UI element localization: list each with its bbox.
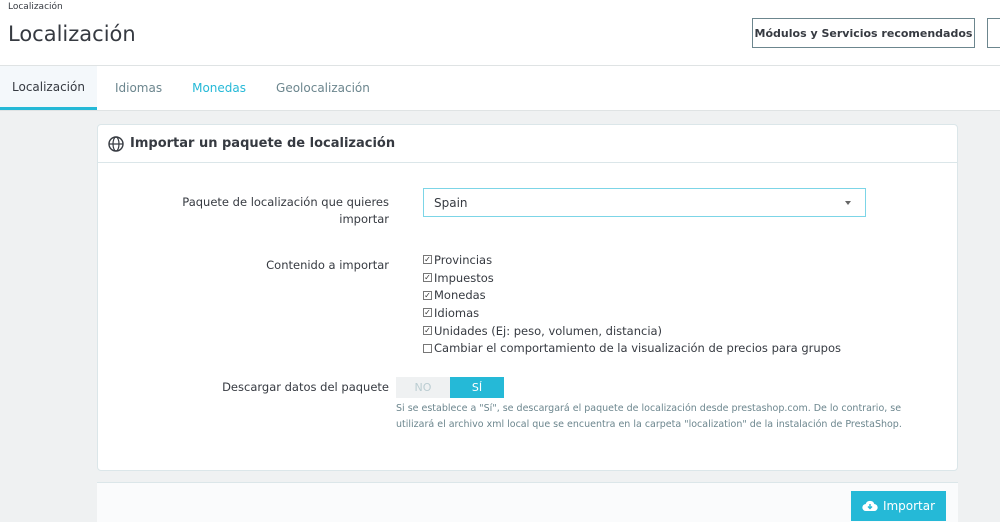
- panel-heading: Importar un paquete de localización: [98, 125, 957, 163]
- checkbox[interactable]: ✓: [423, 255, 432, 265]
- switch-yes[interactable]: SÍ: [450, 377, 504, 398]
- checkbox[interactable]: ✓: [423, 273, 432, 283]
- checkbox[interactable]: ✓: [423, 308, 432, 318]
- package-select-value: Spain: [434, 195, 468, 210]
- checkbox[interactable]: ✓: [423, 290, 432, 300]
- content-checkbox-item[interactable]: ✓ Monedas: [423, 286, 841, 304]
- content-checkbox-item[interactable]: ✓ Idiomas: [423, 304, 841, 322]
- download-help-text: Si se establece a "Sí", se descargará el…: [396, 403, 902, 430]
- tab-idiomas[interactable]: Idiomas: [103, 66, 174, 110]
- checkbox-label: Unidades (Ej: peso, volumen, distancia): [434, 323, 663, 338]
- content-checkbox-item[interactable]: ✓ Provincias: [423, 251, 841, 269]
- checkbox-label: Impuestos: [434, 270, 494, 285]
- page-title: Localización: [8, 22, 136, 46]
- tab-localizacion[interactable]: Localización: [0, 66, 97, 110]
- tab-bar: Localización Idiomas Monedas Geolocaliza…: [0, 66, 1000, 111]
- package-select[interactable]: Spain: [423, 188, 866, 217]
- globe-icon: [108, 135, 124, 152]
- panel-title: Importar un paquete de localización: [130, 136, 396, 151]
- panel-footer: Importar: [97, 482, 958, 522]
- recommended-modules-button[interactable]: Módulos y Servicios recomendados: [752, 18, 975, 48]
- checkbox-label: Monedas: [434, 288, 486, 303]
- header-extra-button[interactable]: [987, 18, 1000, 48]
- checkbox-label: Cambiar el comportamiento de la visualiz…: [434, 341, 842, 356]
- cloud-download-icon: [862, 500, 878, 512]
- checkbox-label: Provincias: [434, 252, 493, 267]
- breadcrumb[interactable]: Localización: [8, 2, 63, 12]
- tab-monedas[interactable]: Monedas: [180, 66, 258, 110]
- download-switch[interactable]: NO SÍ: [396, 377, 504, 398]
- content-label: Contenido a importar: [266, 258, 389, 272]
- import-label: Importar: [882, 499, 936, 513]
- content-checkbox-item[interactable]: ✓ Unidades (Ej: peso, volumen, distancia): [423, 322, 841, 340]
- content-checkbox-item[interactable]: Cambiar el comportamiento de la visualiz…: [423, 339, 841, 357]
- checkbox[interactable]: [423, 343, 432, 353]
- checkbox[interactable]: ✓: [423, 326, 432, 336]
- tab-geolocalizacion[interactable]: Geolocalización: [264, 66, 382, 110]
- import-pack-panel: Importar un paquete de localización Paqu…: [97, 124, 958, 471]
- page-header: Localización Localización Módulos y Serv…: [0, 0, 1000, 66]
- checkbox-label: Idiomas: [434, 305, 480, 320]
- download-label: Descargar datos del paquete: [222, 380, 389, 394]
- package-label: Paquete de localización que quieres impo…: [182, 195, 389, 226]
- content-checkbox-item[interactable]: ✓ Impuestos: [423, 269, 841, 287]
- switch-no[interactable]: NO: [396, 377, 450, 398]
- content-checkboxes: ✓ Provincias ✓ Impuestos ✓ Monedas ✓ Idiomas ✓ Un…: [423, 251, 841, 357]
- caret-down-icon: [845, 201, 851, 205]
- import-button[interactable]: Importar: [851, 491, 946, 521]
